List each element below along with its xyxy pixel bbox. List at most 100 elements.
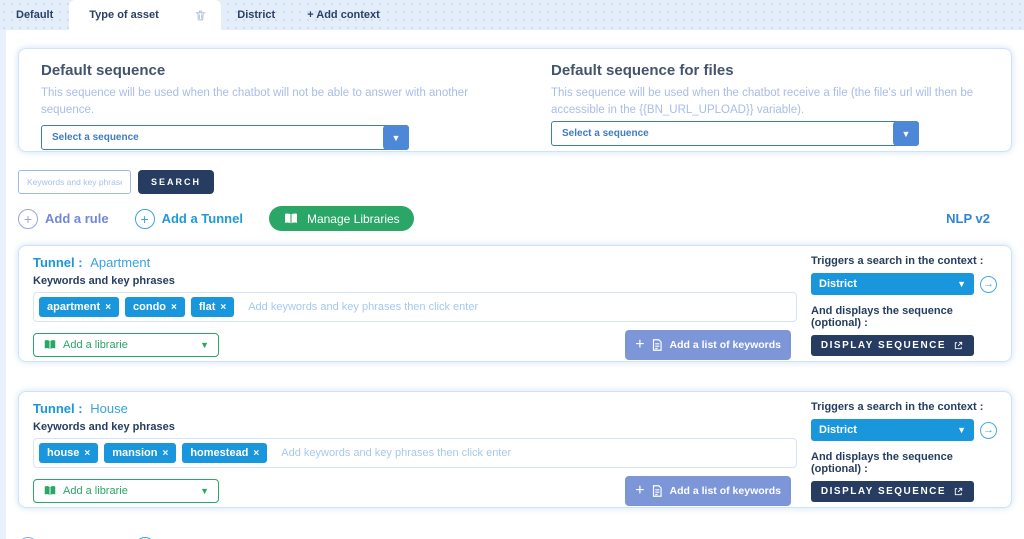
tunnel-type-label: Tunnel : xyxy=(33,401,83,416)
chevron-down-icon: ▼ xyxy=(200,340,209,350)
add-librarie-select[interactable]: Add a librarie ▼ xyxy=(33,479,219,503)
context-select-value: District xyxy=(819,278,857,290)
keywords-placeholder: Add keywords and key phrases then click … xyxy=(248,301,478,313)
keywords-input[interactable]: house × mansion × homestead × Add keywor… xyxy=(33,438,797,468)
default-sequences-card: Default sequence This sequence will be u… xyxy=(18,48,1012,152)
book-icon xyxy=(43,484,57,498)
trigger-context-label: Triggers a search in the context : xyxy=(811,255,1003,267)
tunnel-name[interactable]: Apartment xyxy=(90,255,150,270)
left-edge-strip xyxy=(0,30,6,539)
remove-keyword-icon[interactable]: × xyxy=(162,448,168,459)
tab-default[interactable]: Default xyxy=(0,0,69,30)
display-sequence-button[interactable]: DISPLAY SEQUENCE xyxy=(811,481,974,502)
add-list-of-keywords-label: Add a list of keywords xyxy=(670,485,781,497)
tab-default-label: Default xyxy=(16,9,53,21)
default-sequence-files-section: Default sequence for files This sequence… xyxy=(511,62,989,151)
default-sequence-title: Default sequence xyxy=(41,62,511,79)
add-rule-button[interactable]: + Add a rule xyxy=(18,209,109,229)
keyword-tag[interactable]: house × xyxy=(39,443,98,463)
keyword-tag[interactable]: homestead × xyxy=(182,443,267,463)
remove-keyword-icon[interactable]: × xyxy=(220,302,226,313)
tab-bar: Default Type of asset District + Add con… xyxy=(0,0,1024,30)
keyword-tag[interactable]: apartment × xyxy=(39,297,119,317)
go-to-context-icon[interactable]: → xyxy=(980,276,997,293)
add-librarie-label: Add a librarie xyxy=(63,339,128,351)
add-list-of-keywords-button[interactable]: + Add a list of keywords xyxy=(625,330,791,360)
keyword-text: mansion xyxy=(112,447,157,459)
default-sequence-select-value: Select a sequence xyxy=(42,132,139,143)
go-to-context-icon[interactable]: → xyxy=(980,422,997,439)
tunnel-name[interactable]: House xyxy=(90,401,128,416)
context-select-value: District xyxy=(819,424,857,436)
keyword-text: apartment xyxy=(47,301,100,313)
context-select[interactable]: District ▼ xyxy=(811,273,974,295)
add-list-of-keywords-label: Add a list of keywords xyxy=(670,339,781,351)
book-icon xyxy=(283,211,299,227)
default-sequence-files-title: Default sequence for files xyxy=(551,62,989,79)
keywords-input[interactable]: apartment × condo × flat × Add keywords … xyxy=(33,292,797,322)
context-select[interactable]: District ▼ xyxy=(811,419,974,441)
remove-keyword-icon[interactable]: × xyxy=(171,302,177,313)
add-tunnel-button[interactable]: + Add a Tunnel xyxy=(135,209,243,229)
document-icon xyxy=(650,484,664,498)
display-sequence-label: And displays the sequence (optional) : xyxy=(811,305,1003,329)
tab-district-label: District xyxy=(237,9,275,21)
default-sequence-files-select[interactable]: Select a sequence ▼ xyxy=(551,121,919,146)
add-librarie-label: Add a librarie xyxy=(63,485,128,497)
add-rule-label: Add a rule xyxy=(45,211,109,226)
plus-circle-icon: + xyxy=(135,209,155,229)
keywords-label: Keywords and key phrases xyxy=(33,421,797,433)
tunnel-right-column: Triggers a search in the context : Distr… xyxy=(811,401,1003,498)
document-icon xyxy=(650,338,664,352)
default-sequence-section: Default sequence This sequence will be u… xyxy=(41,62,511,151)
search-button[interactable]: SEARCH xyxy=(138,170,214,194)
keyword-tag[interactable]: condo × xyxy=(125,297,185,317)
tunnel-type-label: Tunnel : xyxy=(33,255,83,270)
trash-icon[interactable] xyxy=(194,9,207,22)
default-sequence-files-description: This sequence will be used when the chat… xyxy=(551,85,989,118)
remove-keyword-icon[interactable]: × xyxy=(105,302,111,313)
context-row: District ▼ → xyxy=(811,419,1003,441)
search-input[interactable] xyxy=(18,170,131,194)
tab-type-of-asset[interactable]: Type of asset xyxy=(69,0,221,30)
keyword-tag[interactable]: mansion × xyxy=(104,443,176,463)
plus-circle-icon: + xyxy=(18,209,38,229)
tunnel-title: Tunnel : Apartment xyxy=(33,255,797,270)
tab-type-of-asset-label: Type of asset xyxy=(89,9,159,21)
book-icon xyxy=(43,338,57,352)
display-sequence-button[interactable]: DISPLAY SEQUENCE xyxy=(811,335,974,356)
external-link-icon xyxy=(953,486,964,497)
keywords-placeholder: Add keywords and key phrases then click … xyxy=(281,447,511,459)
tab-add-context[interactable]: + Add context xyxy=(291,0,396,30)
actions-row: + Add a rule + Add a Tunnel Manage Libra… xyxy=(18,206,1012,231)
trigger-context-label: Triggers a search in the context : xyxy=(811,401,1003,413)
add-librarie-select[interactable]: Add a librarie ▼ xyxy=(33,333,219,357)
plus-icon: + xyxy=(635,336,644,354)
display-sequence-button-label: DISPLAY SEQUENCE xyxy=(821,340,946,351)
keyword-text: condo xyxy=(133,301,166,313)
default-sequence-files-select-value: Select a sequence xyxy=(552,128,649,139)
keyword-tag[interactable]: flat × xyxy=(191,297,234,317)
keyword-text: homestead xyxy=(190,447,248,459)
plus-icon: + xyxy=(635,482,644,500)
chevron-down-icon: ▼ xyxy=(957,425,966,435)
chevron-down-icon: ▼ xyxy=(957,279,966,289)
nlp-version-badge: NLP v2 xyxy=(946,211,990,226)
tunnel-bottom-row: Add a librarie ▼ + Add a list of keyword… xyxy=(33,476,797,506)
tunnel-title: Tunnel : House xyxy=(33,401,797,416)
context-row: District ▼ → xyxy=(811,273,1003,295)
tab-district[interactable]: District xyxy=(221,0,291,30)
chevron-down-icon[interactable]: ▼ xyxy=(383,125,409,150)
manage-libraries-button[interactable]: Manage Libraries xyxy=(269,206,414,231)
chevron-down-icon[interactable]: ▼ xyxy=(893,121,919,146)
default-sequence-select[interactable]: Select a sequence ▼ xyxy=(41,125,409,150)
tunnel-right-column: Triggers a search in the context : Distr… xyxy=(811,255,1003,352)
add-list-of-keywords-button[interactable]: + Add a list of keywords xyxy=(625,476,791,506)
remove-keyword-icon[interactable]: × xyxy=(253,448,259,459)
tab-add-context-label: + Add context xyxy=(307,9,380,21)
main-content: Default sequence This sequence will be u… xyxy=(0,30,1024,539)
remove-keyword-icon[interactable]: × xyxy=(84,448,90,459)
tunnel-left-column: Tunnel : House Keywords and key phrases … xyxy=(33,401,811,498)
page: Default Type of asset District + Add con… xyxy=(0,0,1024,539)
tunnel-bottom-row: Add a librarie ▼ + Add a list of keyword… xyxy=(33,330,797,360)
